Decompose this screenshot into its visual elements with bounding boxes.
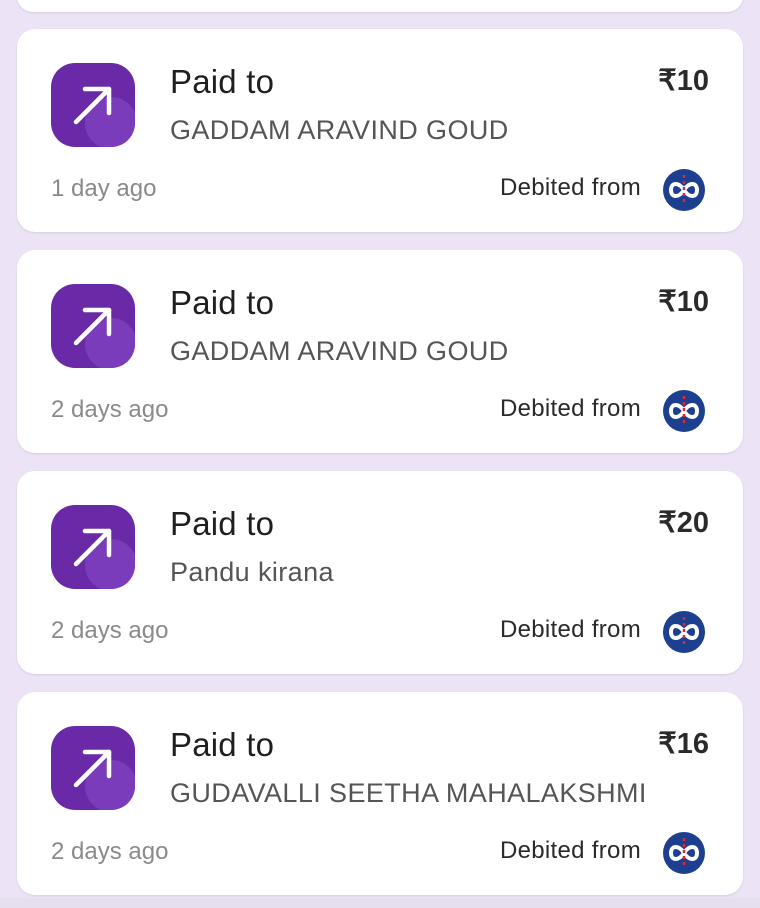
payee-name: GADDAM ARAVIND GOUD [170,115,509,145]
bottom-edge [0,898,760,908]
kotak-bank-logo-icon [663,390,705,432]
debited-from-label: Debited from [500,174,641,201]
paid-to-label: Paid to [170,63,275,100]
paid-to-label: Paid to [170,505,275,542]
arrow-up-right-icon [51,284,135,368]
payee-name: GADDAM ARAVIND GOUD [170,336,509,366]
payee-name: GUDAVALLI SEETHA MAHALAKSHMI [170,778,647,808]
transaction-time: 2 days ago [51,617,169,644]
arrow-up-right-icon [51,505,135,589]
arrow-up-right-icon [51,63,135,147]
debited-from-label: Debited from [500,616,641,643]
transaction-card[interactable]: Paid to GADDAM ARAVIND GOUD ₹10 2 days a… [17,250,743,453]
transaction-time: 1 day ago [51,175,157,202]
amount: ₹10 [658,65,709,97]
amount: ₹20 [658,507,709,539]
transaction-time: 2 days ago [51,838,169,865]
kotak-bank-logo-icon [663,832,705,874]
transaction-card[interactable]: Paid to GUDAVALLI SEETHA MAHALAKSHMI ₹16… [17,692,743,895]
kotak-bank-logo-icon [663,611,705,653]
debited-from-label: Debited from [500,837,641,864]
transaction-card[interactable]: Paid to Pandu kirana ₹20 2 days ago Debi… [17,471,743,674]
paid-to-label: Paid to [170,284,275,321]
transaction-card-partial[interactable] [17,0,743,12]
arrow-up-right-icon [51,726,135,810]
transaction-card[interactable]: Paid to GADDAM ARAVIND GOUD ₹10 1 day ag… [17,29,743,232]
paid-to-label: Paid to [170,726,275,763]
amount: ₹10 [658,286,709,318]
payee-name: Pandu kirana [170,557,334,587]
transaction-list: Paid to GADDAM ARAVIND GOUD ₹10 1 day ag… [0,0,760,908]
transaction-time: 2 days ago [51,396,169,423]
debited-from-label: Debited from [500,395,641,422]
kotak-bank-logo-icon [663,169,705,211]
amount: ₹16 [658,728,709,760]
